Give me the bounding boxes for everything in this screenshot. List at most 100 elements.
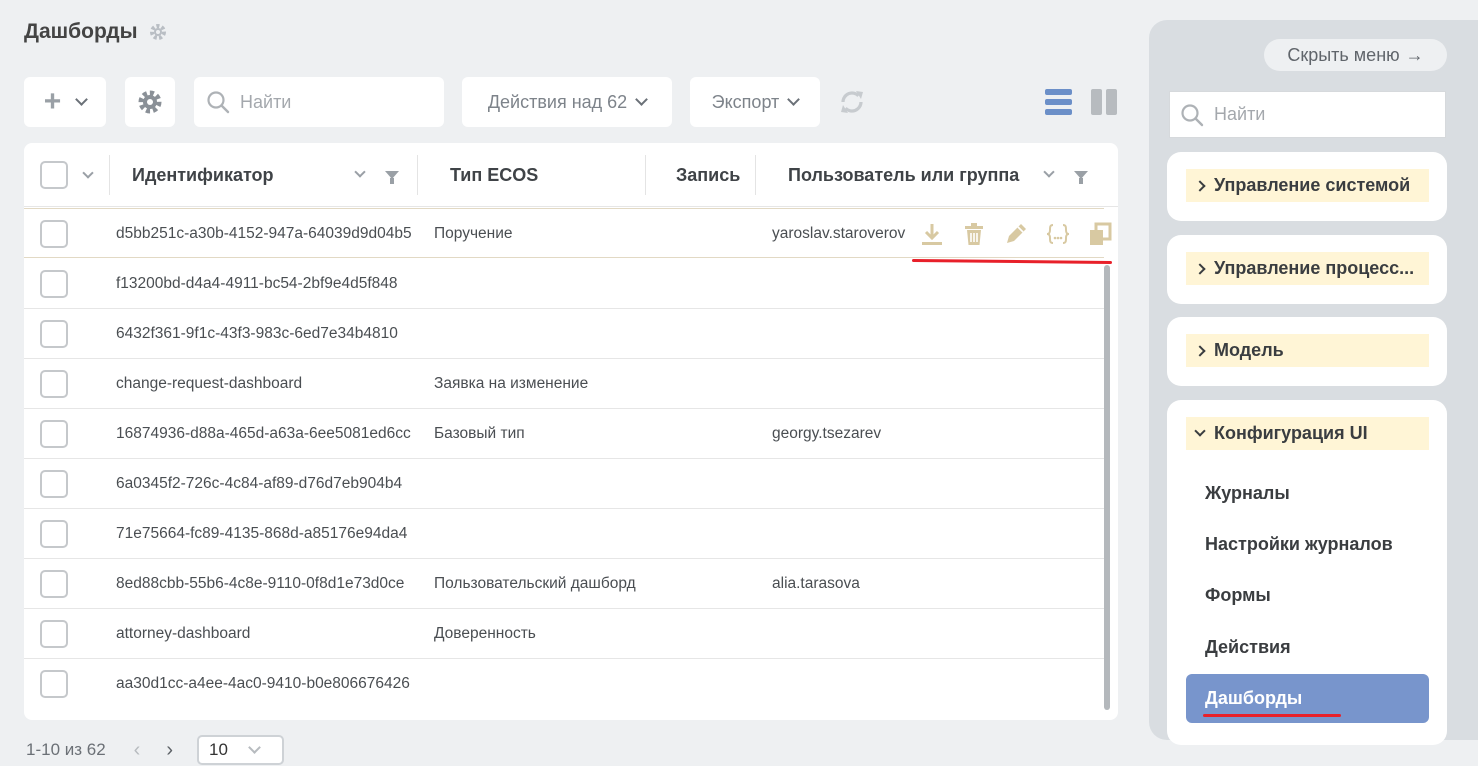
- cell-identifier: aa30d1cc-a4ee-4ac0-9410-b0e806676426: [116, 675, 410, 692]
- table-scrollbar[interactable]: [1104, 265, 1110, 710]
- sidebar-item-actions[interactable]: Действия: [1205, 637, 1291, 658]
- search-input[interactable]: [240, 91, 430, 113]
- sidebar-section-label: Конфигурация UI: [1214, 423, 1368, 443]
- sidebar-section-label: Управление процесс...: [1214, 258, 1415, 278]
- sidebar-section-ui-config: Конфигурация UI Журналы Настройки журнал…: [1167, 400, 1447, 745]
- bulk-actions-dropdown[interactable]: Действия над 62: [462, 77, 672, 127]
- cell-type: Базовый тип: [434, 425, 525, 442]
- chevron-down-icon: [635, 93, 649, 106]
- table-row[interactable]: 6432f361-9f1c-43f3-983c-6ed7e34b4810: [24, 309, 1104, 359]
- row-checkbox[interactable]: [40, 320, 68, 348]
- row-checkbox[interactable]: [40, 620, 68, 648]
- refresh-icon[interactable]: [836, 86, 868, 118]
- cell-identifier: f13200bd-d4a4-4911-bc54-2bf9e4d5f848: [116, 275, 398, 292]
- cell-user: alia.tarasova: [772, 575, 860, 592]
- download-icon[interactable]: [919, 221, 945, 247]
- sidebar-item-journals[interactable]: Журналы: [1205, 483, 1290, 504]
- cell-type: Заявка на изменение: [434, 375, 589, 392]
- table-row[interactable]: 71e75664-fc89-4135-868d-a85176e94da4: [24, 509, 1104, 559]
- sidebar-item-forms[interactable]: Формы: [1205, 585, 1271, 606]
- cell-type: Поручение: [434, 225, 513, 242]
- table-row[interactable]: 16874936-d88a-465d-a63a-6ee5081ed6cc Баз…: [24, 409, 1104, 459]
- table-row[interactable]: d5bb251c-a30b-4152-947a-64039d9d04b5 Пор…: [24, 208, 1112, 258]
- bulk-actions-label: Действия над 62: [487, 91, 628, 112]
- select-all-group: [40, 143, 94, 207]
- hide-menu-button[interactable]: Скрыть меню →: [1264, 39, 1447, 71]
- column-header-label: Идентификатор: [132, 164, 274, 185]
- plus-icon: +: [43, 85, 62, 118]
- row-checkbox[interactable]: [40, 270, 68, 298]
- next-page-icon[interactable]: ›: [166, 739, 173, 762]
- row-checkbox[interactable]: [40, 470, 68, 498]
- row-checkbox[interactable]: [40, 370, 68, 398]
- column-header-user[interactable]: Пользователь или группа: [788, 143, 1019, 207]
- cell-identifier: 6432f361-9f1c-43f3-983c-6ed7e34b4810: [116, 325, 398, 342]
- row-checkbox[interactable]: [40, 520, 68, 548]
- add-button[interactable]: +: [24, 77, 106, 127]
- column-header-identifier[interactable]: Идентификатор: [132, 143, 274, 207]
- table-row[interactable]: 8ed88cbb-55b6-4c8e-9110-0f8d1e73d0ce Пол…: [24, 559, 1104, 609]
- cell-identifier: 16874936-d88a-465d-a63a-6ee5081ed6cc: [116, 425, 411, 442]
- row-actions: [919, 221, 1113, 247]
- cell-identifier: attorney-dashboard: [116, 625, 251, 642]
- table-settings-button[interactable]: [125, 77, 175, 127]
- column-header-type[interactable]: Тип ECOS: [450, 143, 538, 207]
- sidebar-section-system: Управление системой: [1167, 152, 1447, 221]
- sidebar-section-header[interactable]: Конфигурация UI: [1186, 417, 1429, 450]
- column-header-label: Пользователь или группа: [788, 164, 1020, 185]
- search-icon: [1181, 103, 1204, 126]
- prev-page-icon[interactable]: ‹: [134, 739, 141, 762]
- page-size-value: 10: [209, 740, 228, 759]
- cell-user: georgy.tsezarev: [772, 425, 882, 442]
- sidebar-section-label: Модель: [1214, 340, 1284, 360]
- column-header-label: Тип ECOS: [450, 164, 539, 185]
- filter-icon[interactable]: [1074, 171, 1088, 184]
- sort-chevron-icon[interactable]: [1043, 166, 1055, 178]
- pagination-range: 1-10 из 62: [26, 740, 106, 759]
- chevron-down-icon[interactable]: [82, 167, 94, 179]
- cell-identifier: d5bb251c-a30b-4152-947a-64039d9d04b5: [116, 225, 412, 242]
- search-icon: [207, 91, 230, 114]
- sidebar-section-header[interactable]: Управление процесс...: [1186, 252, 1429, 285]
- sidebar-item-journal-settings[interactable]: Настройки журналов: [1205, 534, 1393, 555]
- row-checkbox[interactable]: [40, 670, 68, 698]
- sidebar-section-label: Управление системой: [1214, 175, 1411, 195]
- table-row[interactable]: 6a0345f2-726c-4c84-af89-d76d7eb904b4: [24, 459, 1104, 509]
- cell-identifier: 71e75664-fc89-4135-868d-a85176e94da4: [116, 525, 408, 542]
- row-checkbox[interactable]: [40, 420, 68, 448]
- column-header-record[interactable]: Запись: [676, 143, 740, 207]
- chevron-down-icon: [1194, 425, 1206, 437]
- page-size-select[interactable]: 10: [197, 735, 285, 765]
- row-checkbox[interactable]: [40, 570, 68, 598]
- cell-identifier: 6a0345f2-726c-4c84-af89-d76d7eb904b4: [116, 475, 403, 492]
- settings-gear-icon[interactable]: [148, 22, 168, 42]
- cell-type: Доверенность: [434, 625, 536, 642]
- row-checkbox[interactable]: [40, 220, 68, 248]
- table-header: Идентификатор Тип ECOS Запись Пользовате…: [24, 143, 1118, 207]
- sidebar-search-field[interactable]: [1169, 91, 1446, 138]
- list-view-icon[interactable]: [1045, 89, 1072, 116]
- annotation-underline: [1203, 714, 1341, 717]
- sidebar-section-process: Управление процесс...: [1167, 235, 1447, 304]
- braces-icon[interactable]: [1045, 221, 1071, 247]
- trash-icon[interactable]: [961, 221, 987, 247]
- sidebar-section-header[interactable]: Управление системой: [1186, 169, 1429, 202]
- table-row[interactable]: attorney-dashboard Доверенность: [24, 609, 1104, 659]
- pencil-icon[interactable]: [1003, 221, 1029, 247]
- sort-chevron-icon[interactable]: [354, 166, 366, 178]
- select-all-checkbox[interactable]: [40, 161, 68, 189]
- sidebar-section-header[interactable]: Модель: [1186, 334, 1429, 367]
- cell-identifier: 8ed88cbb-55b6-4c8e-9110-0f8d1e73d0ce: [116, 575, 405, 592]
- columns-view-icon[interactable]: [1091, 89, 1117, 115]
- sidebar-search-input[interactable]: [1214, 104, 1434, 125]
- gear-icon: [138, 90, 162, 114]
- copy-icon[interactable]: [1087, 221, 1113, 247]
- filter-icon[interactable]: [385, 171, 399, 184]
- page-title: Дашборды: [24, 20, 138, 43]
- search-field[interactable]: [194, 77, 444, 127]
- table-row[interactable]: change-request-dashboard Заявка на измен…: [24, 359, 1104, 409]
- table-row[interactable]: aa30d1cc-a4ee-4ac0-9410-b0e806676426: [24, 659, 1104, 709]
- export-dropdown[interactable]: Экспорт: [690, 77, 820, 127]
- table-row[interactable]: f13200bd-d4a4-4911-bc54-2bf9e4d5f848: [24, 259, 1104, 309]
- column-header-label: Запись: [676, 164, 741, 185]
